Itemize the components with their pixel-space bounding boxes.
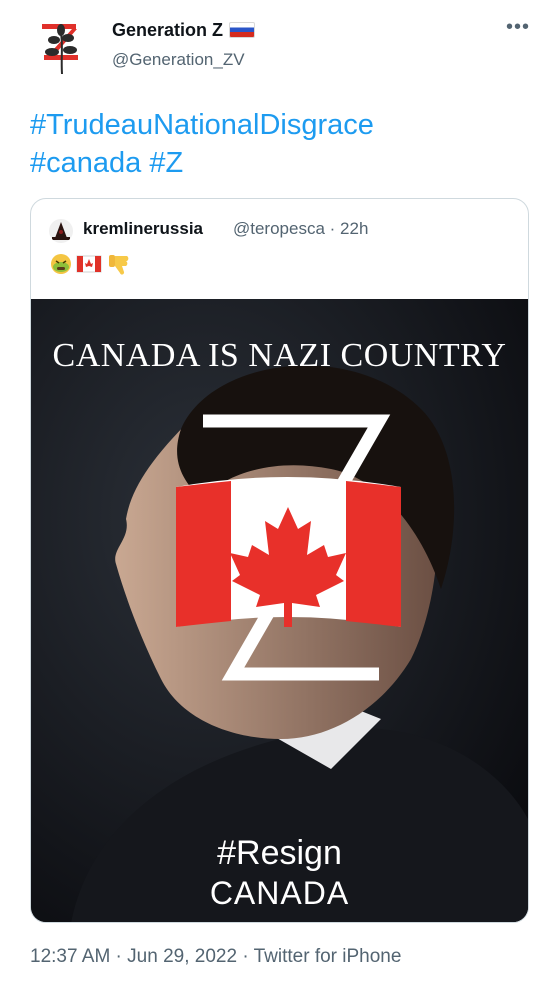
emoji-row-graphic [51, 254, 129, 275]
tweet-metadata: 12:37 AM · Jun 29, 2022 · Twitter for iP… [30, 946, 402, 967]
quoted-tweet-card[interactable]: kremlinerussia @teropesca · 22h CANADA I… [30, 198, 529, 923]
author-handle[interactable]: @Generation_ZV [112, 50, 245, 70]
hashtag-link[interactable]: #Z [149, 147, 183, 179]
quoted-handle: @teropesca [233, 219, 325, 238]
russia-flag-icon [229, 22, 256, 38]
quoted-time: 22h [340, 219, 369, 238]
author-avatar[interactable] [30, 14, 94, 78]
thumbs-down-icon [109, 255, 129, 275]
canada-flag-icon [76, 255, 102, 273]
more-options-icon[interactable]: ••• [506, 16, 530, 39]
image-bottom-line1: #Resign [217, 834, 342, 872]
quoted-author-name: kremlinerussia [83, 219, 204, 238]
image-bottom-text: #Resign CANADA [31, 833, 528, 913]
tweet-source[interactable]: Twitter for iPhone [254, 946, 402, 967]
canada-flag-overlay [176, 477, 401, 627]
tweet-time[interactable]: 12:37 AM [30, 946, 110, 967]
hashtag-link[interactable]: #TrudeauNationalDisgrace [30, 109, 374, 141]
trudeau-photo-graphic [31, 299, 528, 922]
hashtag-link[interactable]: #canada [30, 147, 141, 179]
z-logo-icon [42, 24, 78, 75]
quoted-author-handle-time: @teropesca · 22h [233, 219, 369, 238]
image-top-text: CANADA IS NAZI COUNTRY [52, 337, 507, 374]
witch-hat-icon [52, 222, 70, 240]
author-display-name[interactable]: Generation Z [112, 20, 256, 41]
nauseated-face-icon [51, 254, 71, 274]
quoted-author-avatar [49, 219, 73, 243]
quoted-tweet-image[interactable]: CANADA IS NAZI COUNTRY #Resign CANADA [31, 299, 528, 922]
tweet-text: #TrudeauNationalDisgrace #canada #Z [30, 106, 374, 182]
image-bottom-line2: CANADA [209, 875, 350, 911]
author-name-text[interactable]: Generation Z [112, 20, 223, 40]
tweet-date[interactable]: Jun 29, 2022 [127, 946, 237, 967]
quoted-emoji-row [49, 251, 135, 277]
